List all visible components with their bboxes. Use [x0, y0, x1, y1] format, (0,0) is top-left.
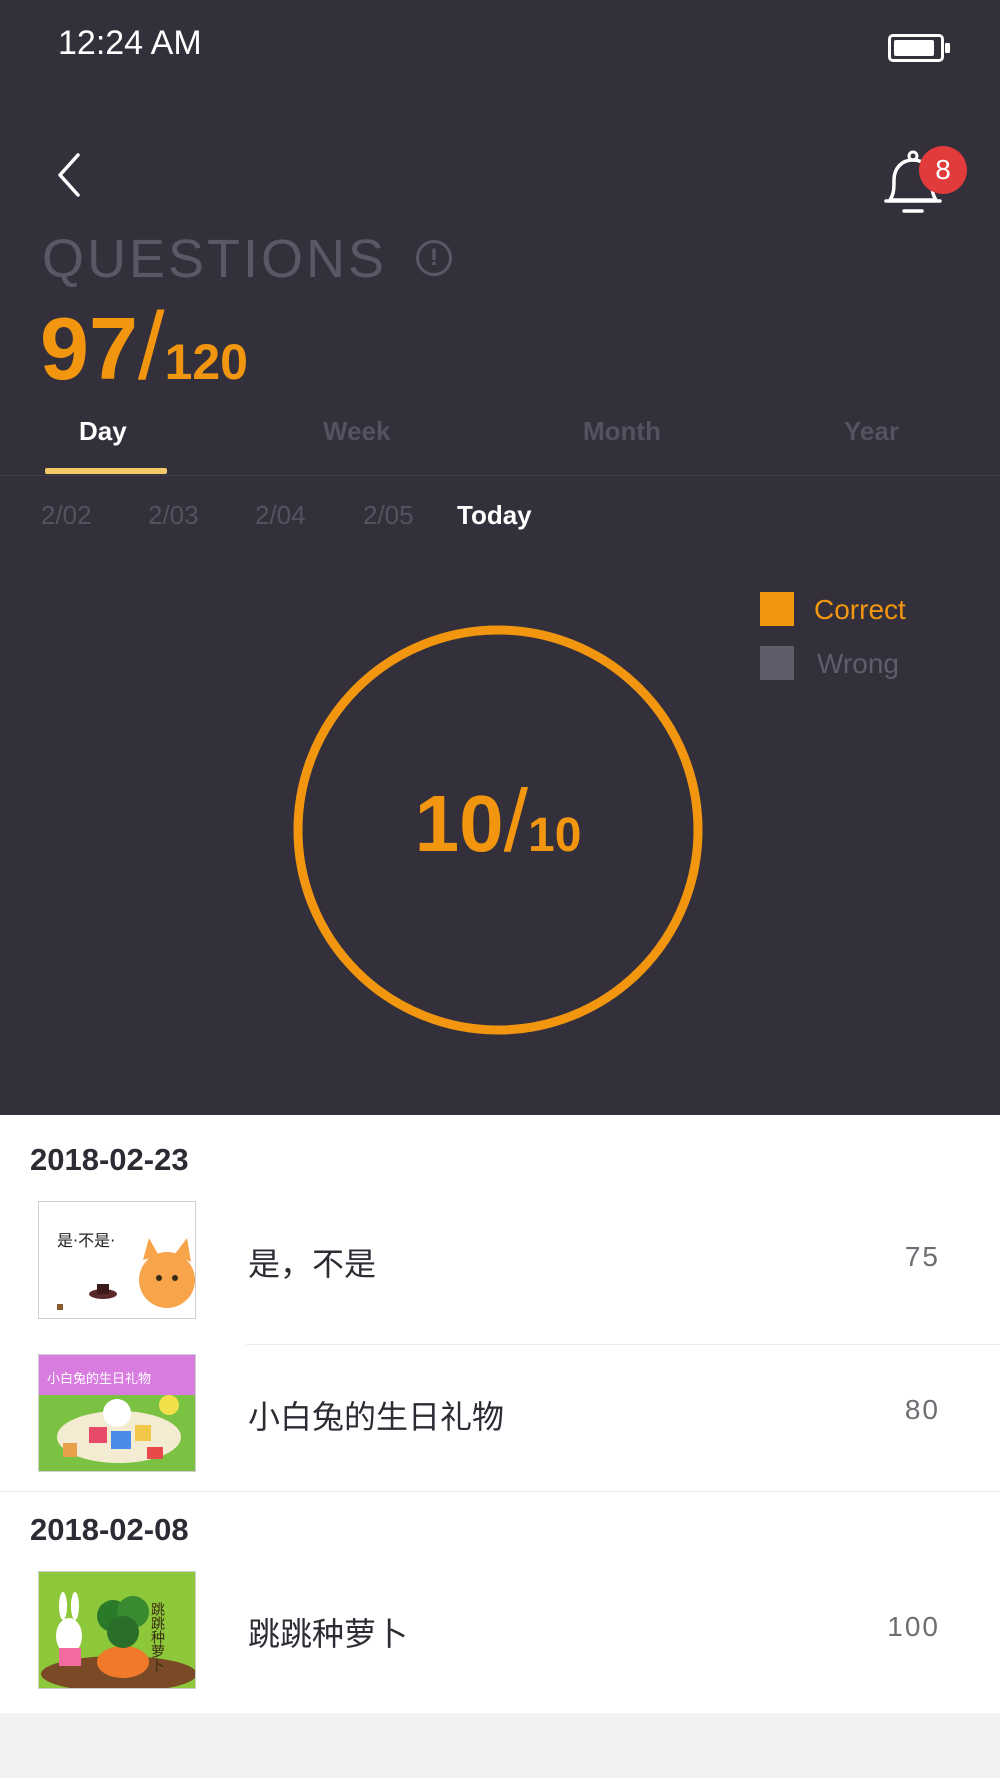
date-selector: 2/02 2/03 2/04 2/05 Today	[0, 500, 1000, 540]
tab-month[interactable]: Month	[583, 416, 661, 447]
group-date: 2018-02-23	[30, 1142, 189, 1177]
lesson-score: 80	[904, 1394, 940, 1425]
svg-text:是·不是·: 是·不是·	[57, 1231, 115, 1250]
lesson-title: 跳跳种萝卜	[248, 1615, 409, 1653]
svg-text:小白兔的生日礼物: 小白兔的生日礼物	[47, 1371, 151, 1387]
lesson-title: 小白兔的生日礼物	[248, 1398, 505, 1436]
tab-day[interactable]: Day	[79, 416, 127, 447]
score-done: 97	[40, 299, 138, 398]
date-item[interactable]: 2/05	[363, 500, 414, 531]
tab-week[interactable]: Week	[323, 416, 390, 447]
history-list: 2018-02-23 是·不是· 是，不是 75 小白兔的生日礼物 小白兔的生日…	[0, 1115, 1000, 1713]
chevron-left-icon[interactable]	[46, 150, 96, 200]
date-item[interactable]: 2/02	[41, 500, 92, 531]
lesson-title: 是，不是	[248, 1245, 377, 1283]
lesson-score: 100	[887, 1611, 940, 1642]
battery-icon	[888, 34, 950, 62]
tab-indicator	[45, 468, 167, 474]
period-tabs: Day Week Month Year	[0, 408, 1000, 476]
score-total: 120	[164, 334, 248, 390]
date-item-today[interactable]: Today	[457, 500, 532, 531]
notification-badge[interactable]: 8	[919, 146, 967, 194]
lesson-thumbnail: 跳跳种萝卜	[38, 1571, 196, 1689]
status-time: 12:24 AM	[58, 24, 202, 62]
tab-year[interactable]: Year	[844, 416, 899, 447]
ring-slash: /	[503, 771, 529, 870]
row-divider	[246, 1344, 1000, 1345]
legend-label-correct: Correct	[814, 594, 906, 625]
lesson-thumbnail: 小白兔的生日礼物	[38, 1354, 196, 1472]
lesson-score: 75	[904, 1241, 940, 1272]
svg-text:跳跳种萝卜: 跳跳种萝卜	[149, 1602, 165, 1672]
group-divider	[0, 1491, 1000, 1492]
list-item[interactable]: 小白兔的生日礼物 小白兔的生日礼物 80	[0, 1354, 1000, 1504]
ring-correct-count: 10	[414, 779, 504, 868]
page-title: QUESTIONS	[42, 229, 388, 289]
list-item[interactable]: 跳跳种萝卜 跳跳种萝卜 100	[0, 1571, 1000, 1721]
legend-label-wrong: Wrong	[817, 648, 899, 679]
legend-swatch-correct	[760, 592, 794, 626]
ring-total-count: 10	[528, 809, 582, 862]
list-item[interactable]: 是·不是· 是，不是 75	[0, 1201, 1000, 1351]
total-score: 97/120	[40, 292, 248, 402]
group-date: 2018-02-08	[30, 1512, 189, 1547]
summary-panel: 12:24 AM 8 QUESTIONS ! 97/120 Day Week M…	[0, 0, 1000, 1115]
ring-center-label: 10/10	[292, 770, 704, 872]
score-slash: /	[137, 293, 165, 400]
legend-swatch-wrong	[760, 646, 794, 680]
lesson-thumbnail: 是·不是·	[38, 1201, 196, 1319]
info-circle-icon[interactable]: !	[416, 240, 452, 276]
date-item[interactable]: 2/03	[148, 500, 199, 531]
date-item[interactable]: 2/04	[255, 500, 306, 531]
